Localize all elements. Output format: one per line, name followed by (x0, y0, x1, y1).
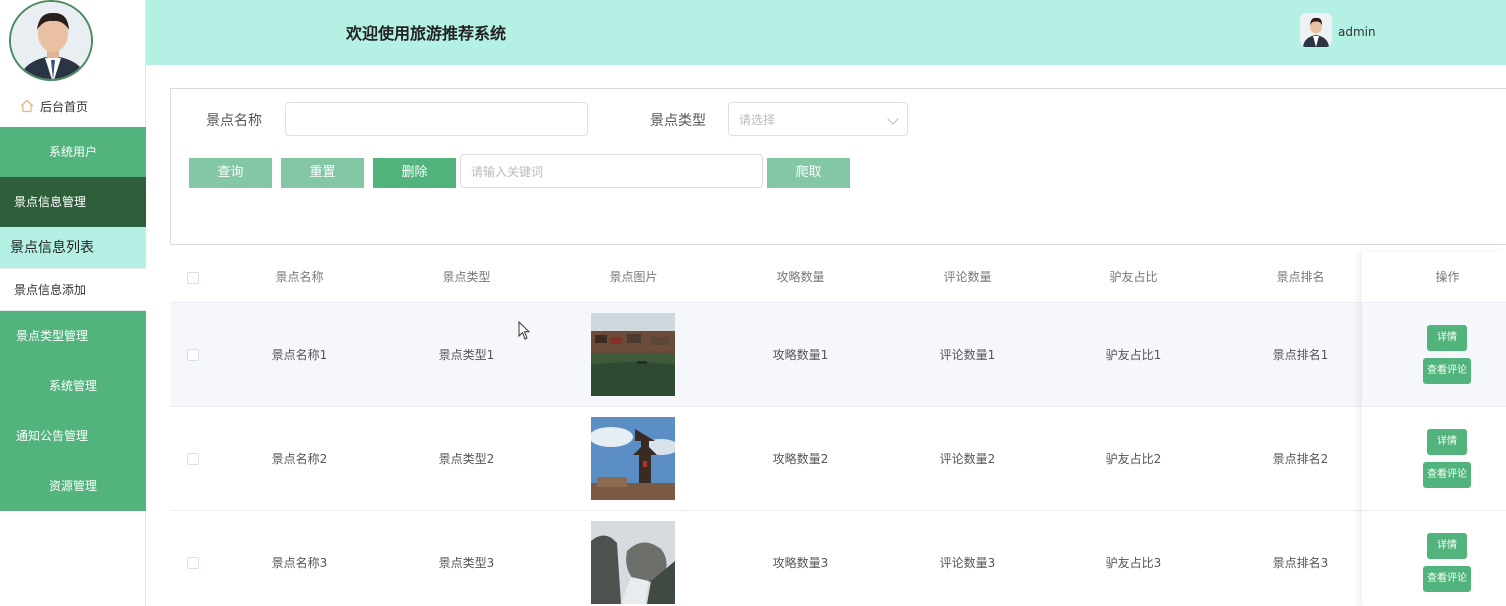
page-title: 欢迎使用旅游推荐系统 (346, 24, 507, 43)
username-label[interactable]: admin (1338, 25, 1376, 39)
view-comments-button[interactable]: 查看评论 (1423, 358, 1471, 384)
sidebar-item-label: 通知公告管理 (16, 429, 89, 443)
column-header: 景点图片 (609, 270, 658, 284)
column-header: 评论数量 (943, 270, 992, 284)
sidebar-item-attraction-type-management[interactable]: 景点类型管理 (0, 311, 146, 361)
chevron-down-icon (887, 113, 899, 125)
cell-comments: 评论数量1 (939, 348, 996, 362)
water-town-photo (591, 313, 675, 396)
column-header: 景点排名 (1276, 270, 1325, 284)
attraction-table: 景点名称 景点类型 景点图片 攻略数量 评论数量 驴友占比 景点排名 操作 景点… (170, 252, 1506, 606)
column-header: 操作 (1435, 270, 1460, 284)
cell-type: 景点类型3 (438, 556, 495, 570)
attraction-type-placeholder: 请选择 (739, 112, 776, 127)
cell-name: 景点名称1 (271, 348, 328, 362)
sidebar: 后台首页 系统用户 景点信息管理 景点信息列表 景点信息添加 景点类型管理 系统… (0, 0, 146, 606)
sidebar-item-attraction-add[interactable]: 景点信息添加 (0, 269, 146, 311)
view-comments-button[interactable]: 查看评论 (1423, 462, 1471, 488)
sidebar-home-link[interactable]: 后台首页 (0, 92, 146, 120)
sidebar-item-label: 资源管理 (48, 479, 97, 493)
column-header: 驴友占比 (1109, 270, 1158, 284)
cell-type: 景点类型2 (438, 452, 495, 466)
column-header: 攻略数量 (776, 270, 825, 284)
crawl-button[interactable]: 爬取 (767, 158, 850, 188)
detail-button[interactable]: 详情 (1427, 325, 1467, 351)
pagoda-photo (591, 417, 675, 500)
detail-button[interactable]: 详情 (1427, 533, 1467, 559)
cell-ratio: 驴友占比2 (1105, 452, 1162, 466)
row-checkbox[interactable] (187, 453, 199, 465)
sidebar-item-label: 景点信息列表 (10, 240, 94, 256)
app-root: 后台首页 系统用户 景点信息管理 景点信息列表 景点信息添加 景点类型管理 系统… (0, 0, 1506, 606)
cell-rank: 景点排名2 (1272, 452, 1329, 466)
sidebar-item-label: 景点信息管理 (14, 195, 87, 209)
sidebar-item-system-management[interactable]: 系统管理 (0, 361, 146, 411)
column-header: 景点名称 (275, 270, 324, 284)
cell-ratio: 驴友占比3 (1105, 556, 1162, 570)
attraction-name-label: 景点名称 (206, 113, 262, 129)
search-panel: 景点名称 景点类型 请选择 查询 重置 删除 请输入关键词 爬取 (170, 88, 1506, 245)
user-avatar[interactable] (1300, 13, 1332, 47)
cell-ratio: 驴友占比1 (1105, 348, 1162, 362)
cell-rank: 景点排名3 (1272, 556, 1329, 570)
attraction-type-select[interactable]: 请选择 (728, 102, 908, 136)
sidebar-item-label: 系统管理 (48, 379, 97, 393)
sidebar-item-label: 系统用户 (48, 145, 97, 159)
sidebar-item-resource-management[interactable]: 资源管理 (0, 461, 146, 511)
detail-button[interactable]: 详情 (1427, 429, 1467, 455)
sidebar-item-notice-management[interactable]: 通知公告管理 (0, 411, 146, 461)
mouse-cursor-icon (518, 320, 532, 341)
sidebar-item-label: 景点信息添加 (14, 283, 87, 297)
home-icon (20, 99, 34, 113)
cell-guides: 攻略数量1 (772, 348, 829, 362)
cell-name: 景点名称2 (271, 452, 328, 466)
column-header: 景点类型 (442, 270, 491, 284)
table-row[interactable]: 景点名称1 景点类型1 攻略数量1 评论数量1 驴友占比1 景点排名1 详情 查… (170, 302, 1506, 406)
avatar (9, 0, 93, 81)
cell-guides: 攻略数量2 (772, 452, 829, 466)
rock-mountain-photo (591, 521, 675, 604)
sidebar-menu: 系统用户 景点信息管理 景点信息列表 景点信息添加 景点类型管理 系统管理 通知… (0, 127, 146, 511)
table-header: 景点名称 景点类型 景点图片 攻略数量 评论数量 驴友占比 景点排名 操作 (170, 252, 1506, 302)
attraction-name-input[interactable] (285, 102, 588, 136)
cell-comments: 评论数量3 (939, 556, 996, 570)
sidebar-item-system-users[interactable]: 系统用户 (0, 127, 146, 177)
table-row[interactable]: 景点名称3 景点类型3 攻略数量3 评论数量3 驴友占比3 景点排名3 详情 查… (170, 510, 1506, 606)
keyword-input[interactable]: 请输入关键词 (460, 154, 763, 188)
attraction-type-label: 景点类型 (650, 113, 706, 129)
top-header: 欢迎使用旅游推荐系统 admin (146, 0, 1506, 65)
query-button[interactable]: 查询 (189, 158, 272, 188)
delete-button[interactable]: 删除 (373, 158, 456, 188)
sidebar-item-attraction-management[interactable]: 景点信息管理 (0, 177, 146, 227)
cell-name: 景点名称3 (271, 556, 328, 570)
sidebar-home-label: 后台首页 (40, 99, 89, 114)
row-checkbox[interactable] (187, 349, 199, 361)
cell-comments: 评论数量2 (939, 452, 996, 466)
cell-type: 景点类型1 (438, 348, 495, 362)
table-row[interactable]: 景点名称2 景点类型2 攻略数量2 评论数量2 驴友占比2 景点排名2 详情 查… (170, 406, 1506, 510)
reset-button[interactable]: 重置 (281, 158, 364, 188)
select-all-checkbox[interactable] (187, 272, 199, 284)
view-comments-button[interactable]: 查看评论 (1423, 566, 1471, 592)
cell-rank: 景点排名1 (1272, 348, 1329, 362)
cell-guides: 攻略数量3 (772, 556, 829, 570)
row-checkbox[interactable] (187, 557, 199, 569)
sidebar-item-attraction-list[interactable]: 景点信息列表 (0, 227, 146, 269)
sidebar-item-label: 景点类型管理 (16, 329, 89, 343)
